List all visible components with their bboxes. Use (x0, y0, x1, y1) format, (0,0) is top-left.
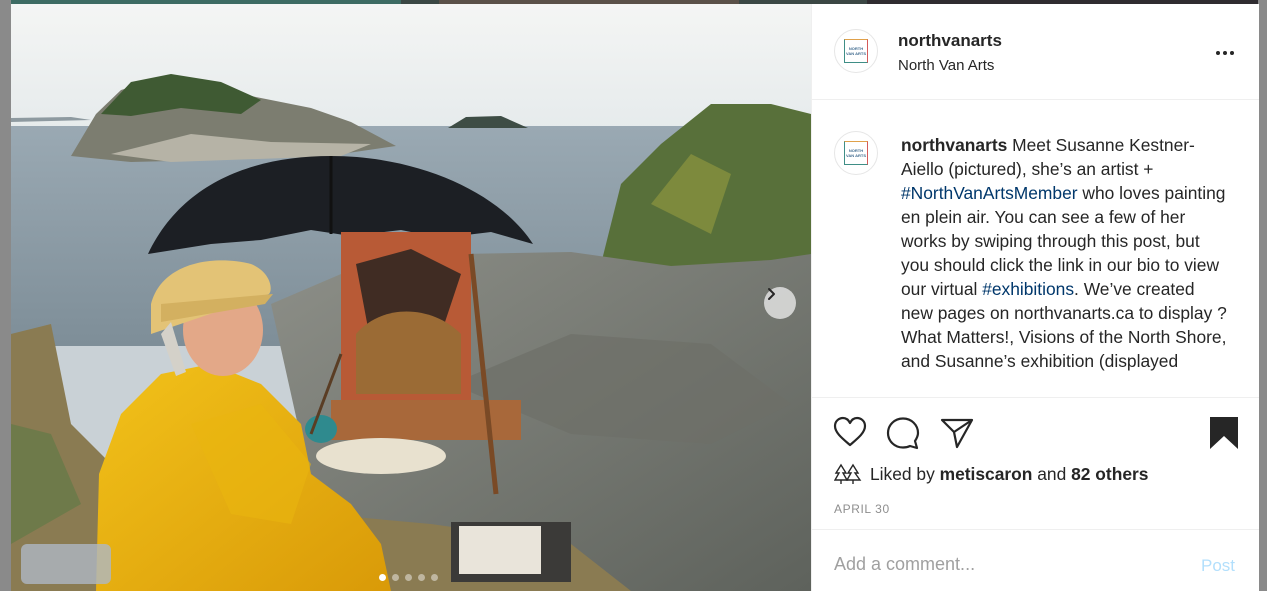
comment-box: Post (812, 529, 1259, 592)
photo-artwork (11, 4, 811, 591)
carousel-dot (418, 574, 425, 581)
liked-by-user[interactable]: metiscaron (940, 464, 1033, 485)
post-caption: northvanarts Meet Susanne Kestner-Aiello… (901, 133, 1231, 373)
post-username[interactable]: northvanarts (898, 31, 1002, 51)
post-photo[interactable] (11, 4, 811, 591)
north-van-arts-logo: NORTH VAN ARTS (844, 141, 868, 165)
carousel-dot (405, 574, 412, 581)
more-options-icon (1216, 51, 1220, 55)
hashtag-link[interactable]: #NorthVanArtsMember (901, 183, 1078, 203)
avatar[interactable]: NORTH VAN ARTS (834, 29, 878, 73)
comment-input[interactable] (834, 554, 1164, 575)
post-header: NORTH VAN ARTS northvanarts North Van Ar… (812, 4, 1259, 100)
frame-right (1258, 0, 1267, 591)
likes-summary: Liked by metiscaron and 82 others (834, 463, 1148, 485)
carousel-dot (431, 574, 438, 581)
carousel-dot (392, 574, 399, 581)
share-icon[interactable] (940, 417, 974, 449)
carousel-indicator (379, 574, 438, 581)
post-date[interactable]: APRIL 30 (834, 502, 890, 516)
next-slide-button[interactable] (764, 287, 796, 319)
bookmark-icon[interactable] (1209, 416, 1239, 450)
caption-username[interactable]: northvanarts (901, 135, 1007, 155)
likes-others-link[interactable]: 82 others (1071, 464, 1148, 485)
liked-avatars-icon (834, 463, 862, 484)
more-options-button[interactable] (1216, 42, 1237, 60)
north-van-arts-logo: NORTH VAN ARTS (844, 39, 868, 63)
carousel-dot (379, 574, 386, 581)
post-actions: Liked by metiscaron and 82 others APRIL … (812, 397, 1259, 528)
chevron-right-icon (768, 288, 775, 300)
heart-icon[interactable] (833, 416, 867, 448)
comment-icon[interactable] (886, 416, 920, 450)
post-side-panel: NORTH VAN ARTS northvanarts North Van Ar… (811, 4, 1259, 591)
caption-avatar[interactable]: NORTH VAN ARTS (834, 131, 878, 175)
frame-left (0, 0, 11, 591)
hashtag-link[interactable]: #exhibitions (982, 279, 1074, 299)
post-location[interactable]: North Van Arts (898, 57, 994, 74)
post-comment-button[interactable]: Post (1201, 556, 1235, 576)
